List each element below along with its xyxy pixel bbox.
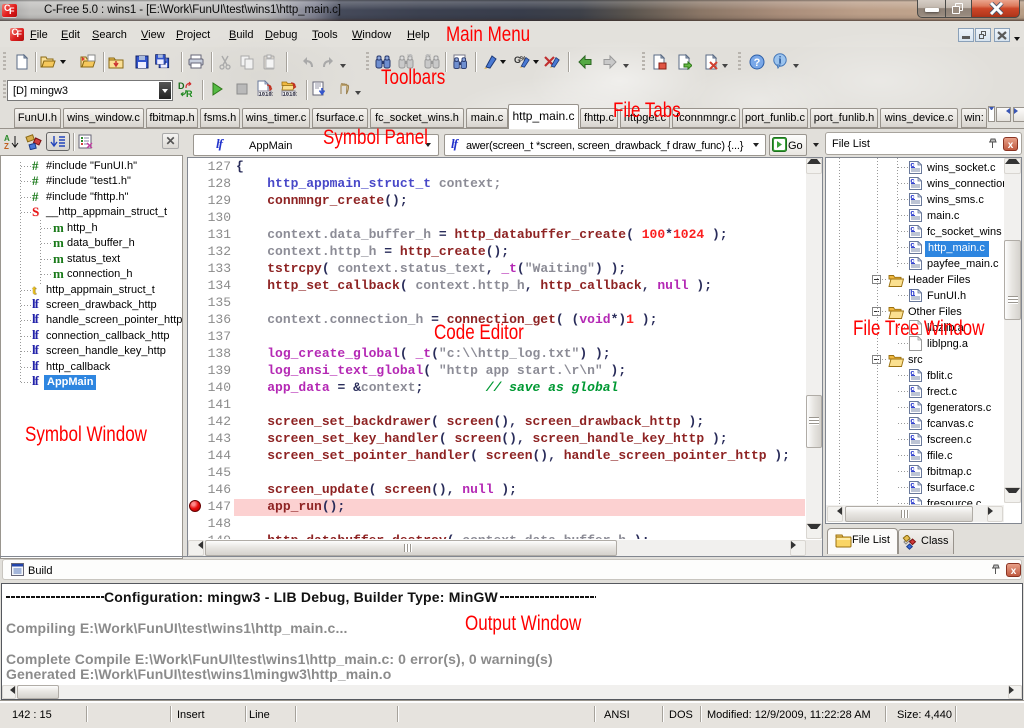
svg-text:c: c: [910, 418, 915, 426]
svg-text:h: h: [910, 290, 915, 298]
svg-text:i: i: [779, 56, 782, 67]
svg-text:c: c: [910, 178, 915, 186]
svg-text:c: c: [910, 402, 915, 410]
svg-text:c: c: [910, 434, 915, 442]
svg-text:c: c: [910, 386, 915, 394]
svg-text:c: c: [910, 450, 915, 458]
svg-text:c: c: [910, 482, 915, 490]
svg-text:10101: 10101: [259, 91, 274, 97]
svg-text:10101: 10101: [283, 91, 298, 97]
svg-text:c: c: [910, 258, 915, 266]
svg-text:Z: Z: [4, 142, 9, 150]
svg-text:?: ?: [754, 57, 761, 69]
svg-text:c: c: [910, 210, 915, 218]
svg-text:D: D: [178, 81, 185, 91]
svg-text:c: c: [910, 466, 915, 474]
svg-text:c: c: [910, 162, 915, 170]
svg-text:c: c: [910, 194, 915, 202]
svg-text:R: R: [186, 89, 193, 97]
svg-text:c: c: [910, 226, 915, 234]
svg-text:c: c: [910, 370, 915, 378]
svg-text:c: c: [910, 242, 915, 250]
